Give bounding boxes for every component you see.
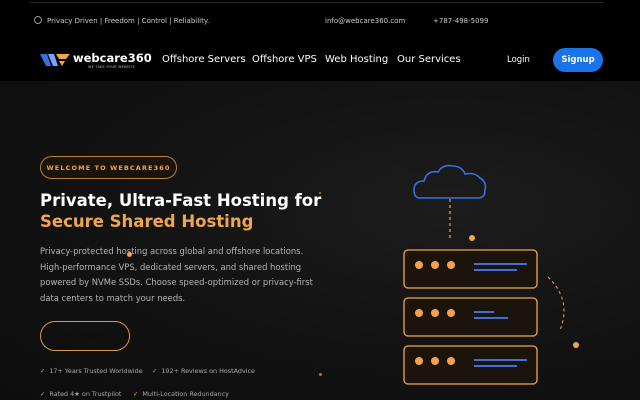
server-unit <box>403 297 538 337</box>
server-unit <box>403 345 538 385</box>
server-illustration <box>403 164 565 385</box>
cloud-icon <box>413 164 487 199</box>
server-unit <box>403 249 538 289</box>
